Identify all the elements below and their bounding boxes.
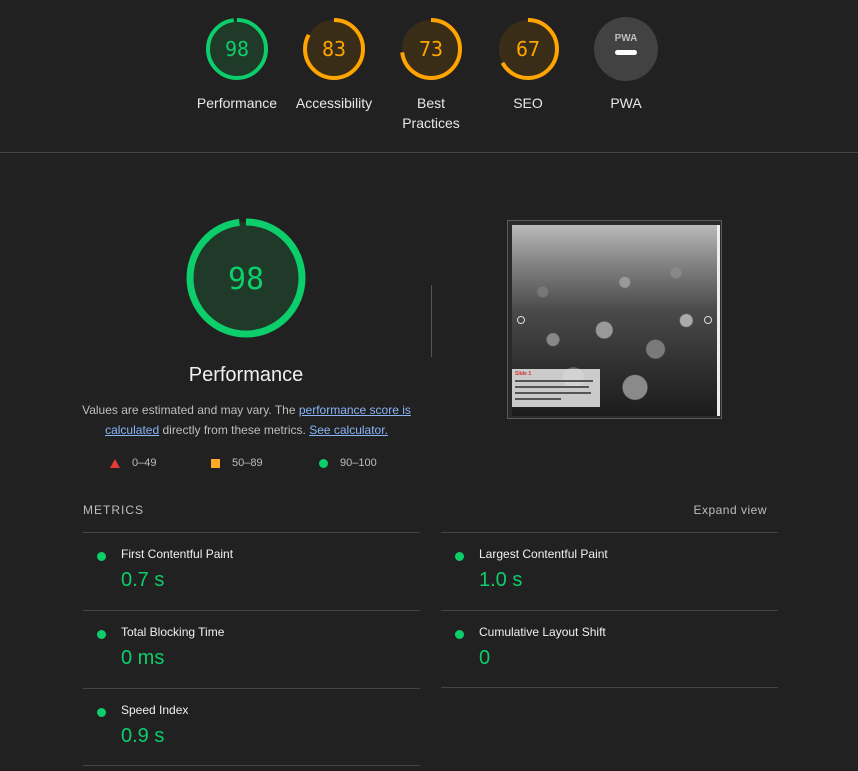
see-calculator-link[interactable]: See calculator.: [309, 423, 388, 437]
screenshot-scrollbar: [717, 225, 720, 416]
score-best-practices[interactable]: 73 Best Practices: [381, 17, 481, 133]
score-value: 83: [322, 37, 346, 61]
metric-largest-contentful-paint: Largest Contentful Paint 1.0 s: [441, 532, 778, 610]
metric-name: Total Blocking Time: [121, 625, 225, 639]
metrics-header: METRICS Expand view: [83, 501, 779, 521]
slide-caption: Slide 1: [512, 369, 600, 407]
score-value: 73: [419, 37, 443, 61]
caption-text-line: [515, 392, 591, 394]
score-label: Performance: [196, 95, 278, 111]
triangle-red-icon: [110, 458, 120, 468]
circle-green-icon: [319, 458, 328, 468]
score-summary: 98 Performance 83 Accessibility 73 Best …: [0, 0, 858, 153]
desc-prefix: Values are estimated and may vary. The: [82, 403, 299, 417]
legend-pass: 90–100: [319, 457, 377, 469]
pass-dot-icon: [455, 630, 464, 639]
score-pwa[interactable]: PWA PWA: [576, 17, 676, 113]
score-seo[interactable]: 67 SEO: [478, 17, 578, 113]
carousel-prev-icon: [517, 316, 525, 324]
legend-average: 50–89: [211, 457, 263, 469]
performance-description: Values are estimated and may vary. The p…: [80, 400, 413, 440]
score-label: PWA: [610, 95, 642, 111]
pwa-badge-text: PWA: [615, 33, 638, 44]
gauge-best-practices: 73: [400, 18, 462, 80]
expand-view-button[interactable]: Expand view: [693, 503, 767, 517]
final-screenshot[interactable]: Slide 1: [507, 220, 722, 419]
performance-score: 98: [228, 262, 264, 297]
metric-cumulative-layout-shift: Cumulative Layout Shift 0: [441, 610, 778, 688]
metric-name: Cumulative Layout Shift: [479, 625, 606, 639]
score-value: 67: [516, 37, 540, 61]
metric-value: 0: [479, 647, 491, 669]
metric-name: First Contentful Paint: [121, 547, 234, 561]
caption-text-line: [515, 386, 589, 388]
metric-first-contentful-paint: First Contentful Paint 0.7 s: [83, 532, 420, 610]
gauge-performance: 98: [206, 18, 268, 80]
square-orange-icon: [211, 458, 220, 468]
metrics-title: METRICS: [83, 503, 144, 517]
metric-value: 0 ms: [121, 647, 165, 669]
pwa-dash-icon: [615, 50, 637, 55]
caption-text-line: [515, 398, 561, 400]
metric-speed-index: Speed Index 0.9 s: [83, 688, 420, 766]
performance-section: 98 Performance Values are estimated and …: [0, 153, 858, 493]
pass-dot-icon: [97, 552, 106, 561]
metric-name: Largest Contentful Paint: [479, 547, 608, 561]
pwa-badge-icon: PWA: [594, 17, 658, 81]
gauge-accessibility: 83: [303, 18, 365, 80]
gauge-seo: 67: [497, 18, 559, 80]
legend-label: 90–100: [340, 457, 377, 469]
performance-title: Performance: [188, 364, 304, 386]
score-label: Accessibility: [295, 95, 373, 111]
legend-label: 50–89: [232, 457, 263, 469]
carousel-next-icon: [704, 316, 712, 324]
score-label: SEO: [513, 95, 543, 111]
score-performance[interactable]: 98 Performance: [187, 17, 287, 113]
metric-value: 1.0 s: [479, 569, 523, 591]
slide-caption-title: Slide 1: [515, 371, 532, 377]
performance-gauge: 98: [186, 218, 306, 338]
legend-label: 0–49: [132, 457, 157, 469]
metric-value: 0.7 s: [121, 569, 165, 591]
caption-text-line: [515, 380, 593, 382]
legend-fail: 0–49: [110, 457, 156, 469]
pass-dot-icon: [97, 630, 106, 639]
pass-dot-icon: [455, 552, 464, 561]
vertical-divider: [431, 285, 432, 357]
metric-value: 0.9 s: [121, 725, 165, 747]
desc-mid: directly from these metrics.: [159, 423, 310, 437]
metric-total-blocking-time: Total Blocking Time 0 ms: [83, 610, 420, 688]
score-legend: 0–49 50–89 90–100: [110, 457, 400, 477]
score-label: Best Practices: [402, 95, 460, 131]
metric-name: Speed Index: [121, 703, 189, 717]
score-value: 98: [225, 37, 249, 61]
score-accessibility[interactable]: 83 Accessibility: [284, 17, 384, 113]
pass-dot-icon: [97, 708, 106, 717]
